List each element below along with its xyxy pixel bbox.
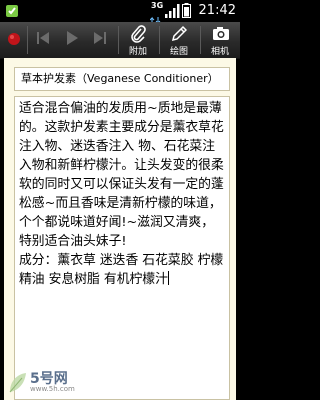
draw-button[interactable]: 绘图 xyxy=(160,22,198,58)
watermark-leaf-icon xyxy=(6,370,30,400)
skip-forward-icon xyxy=(92,30,108,50)
network-type: 3G xyxy=(151,1,164,10)
attach-button[interactable]: 附加 xyxy=(119,22,157,58)
signal-strength-icon xyxy=(165,3,180,22)
watermark-url: www.5h.com xyxy=(30,385,75,393)
previous-button[interactable] xyxy=(28,22,58,58)
note-body-text: 适合混合偏油的发质用~质地是最薄的。这款护发素主要成分是薰衣草花注入物、迷迭香注… xyxy=(19,101,224,287)
text-cursor xyxy=(167,271,169,285)
draw-label: 绘图 xyxy=(169,47,188,57)
note-body-field[interactable]: 适合混合偏油的发质用~质地是最薄的。这款护发素主要成分是薰衣草花注入物、迷迭香注… xyxy=(14,96,230,400)
note-title-field[interactable]: 草本护发素（Veganese Conditioner） xyxy=(14,67,230,91)
app-notification-icon xyxy=(5,3,19,22)
record-button[interactable] xyxy=(2,22,26,58)
note-toolbar: 附加 绘图 相机 xyxy=(0,22,240,59)
record-icon xyxy=(7,31,21,50)
play-button[interactable] xyxy=(60,22,84,58)
clock: 21:42 xyxy=(198,3,236,18)
battery-icon xyxy=(182,3,191,22)
next-button[interactable] xyxy=(86,22,114,58)
note-paper: 草本护发素（Veganese Conditioner） 适合混合偏油的发质用~质… xyxy=(4,58,236,400)
play-icon xyxy=(65,30,79,50)
skip-back-icon xyxy=(35,30,51,50)
status-bar: 3G 21:42 xyxy=(0,0,240,25)
camera-button[interactable]: 相机 xyxy=(201,22,239,58)
camera-label: 相机 xyxy=(210,47,229,57)
attach-label: 附加 xyxy=(128,47,147,57)
watermark: 5号网 www.5h.com xyxy=(4,368,84,398)
